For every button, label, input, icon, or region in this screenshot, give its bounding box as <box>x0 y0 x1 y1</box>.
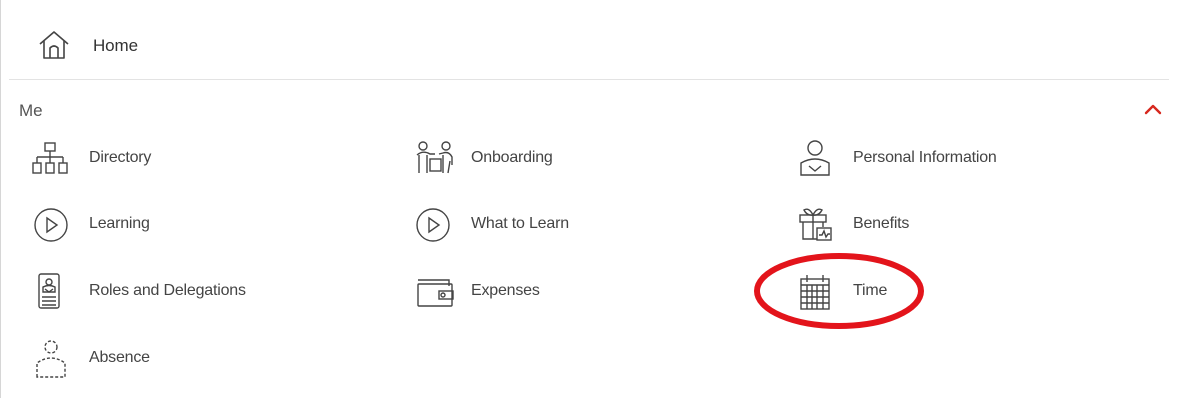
id-badge-icon <box>31 272 71 312</box>
home-icon <box>37 28 71 62</box>
menu-item-label: What to Learn <box>471 215 569 232</box>
org-chart-icon <box>31 139 71 179</box>
chevron-up-icon <box>1141 104 1165 126</box>
menu-item-label: Absence <box>89 349 150 366</box>
me-navigation-panel: Home Me Directory Onboarding Personal In… <box>0 0 1191 398</box>
menu-item-personal-information[interactable]: Personal Information <box>795 137 1125 181</box>
wallet-icon <box>413 272 454 312</box>
home-label: Home <box>93 36 138 55</box>
menu-item-label: Time <box>853 282 888 299</box>
menu-item-label: Personal Information <box>853 149 997 166</box>
person-badge-icon <box>795 139 835 179</box>
menu-item-label: Onboarding <box>471 149 553 166</box>
calendar-icon <box>795 272 835 312</box>
play-circle-icon <box>413 205 453 245</box>
menu-item-onboarding[interactable]: Onboarding <box>413 137 743 181</box>
menu-item-label: Benefits <box>853 215 910 232</box>
collapse-section-button[interactable] <box>1141 98 1165 122</box>
menu-item-what-to-learn[interactable]: What to Learn <box>413 203 743 247</box>
menu-item-directory[interactable]: Directory <box>31 137 361 181</box>
menu-item-learning[interactable]: Learning <box>31 203 361 247</box>
gift-icon <box>795 205 835 245</box>
absence-person-icon <box>31 339 71 379</box>
menu-item-label: Expenses <box>471 282 540 299</box>
onboarding-people-icon <box>413 139 453 179</box>
menu-item-time[interactable]: Time <box>795 270 1125 314</box>
menu-item-label: Roles and Delegations <box>89 282 246 299</box>
home-nav-item[interactable]: Home <box>9 14 1169 80</box>
menu-item-absence[interactable]: Absence <box>31 337 361 381</box>
menu-item-label: Learning <box>89 215 150 232</box>
menu-item-roles-and-delegations[interactable]: Roles and Delegations <box>31 270 361 314</box>
section-title-me: Me <box>19 101 43 120</box>
menu-item-expenses[interactable]: Expenses <box>413 270 743 314</box>
play-circle-icon <box>31 205 71 245</box>
menu-item-label: Directory <box>89 149 152 166</box>
menu-item-benefits[interactable]: Benefits <box>795 203 1125 247</box>
